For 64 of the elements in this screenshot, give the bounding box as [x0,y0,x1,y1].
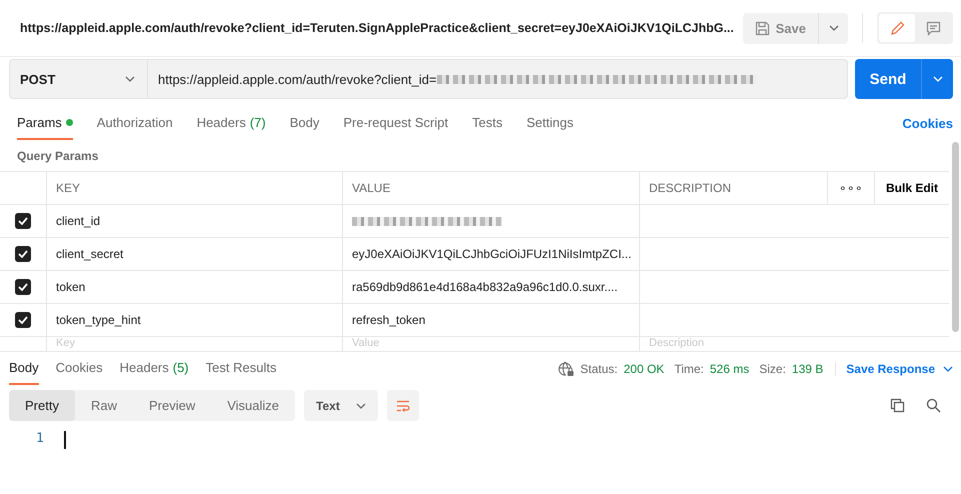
status-label: Status: [580,362,618,376]
column-header: VALUE [352,181,390,195]
bulk-edit-button[interactable]: Bulk Edit [874,172,949,204]
status-value: 200 OK [624,362,664,376]
check-icon [18,283,28,291]
param-value: refresh_token [352,313,426,327]
request-title: https://appleid.apple.com/auth/revoke?client_id=Teruten.SignApplePractice&client_secret=eyJ0eXAiOiJKV1QiLCJhbG... [20,21,735,35]
size-label: Size: [759,362,786,376]
scrollbar[interactable] [952,142,959,332]
pencil-icon [890,20,904,36]
view-tab[interactable]: Pretty [9,390,75,421]
response-tab[interactable]: Cookies [56,352,103,385]
mode-button[interactable] [879,14,915,42]
view-tab[interactable]: Visualize [211,390,296,421]
view-tab[interactable]: Preview [132,390,212,421]
time-label: Time: [674,362,704,376]
response-tab[interactable]: Headers (5) [120,352,189,385]
param-key: client_id [56,214,100,228]
tab-count: (7) [250,114,266,130]
search-icon [926,398,941,413]
request-tab[interactable]: Body [290,106,320,140]
wrap-lines-icon [396,400,410,412]
time-value: 526 ms [710,362,750,376]
comment-icon [926,20,940,36]
param-value: ra569db9d861e4d168a4b832a9a96c1d0.0.suxr.... [352,280,618,294]
column-header: KEY [56,181,80,195]
param-value: eyJ0eXAiOiJKV1QiLCJhbGciOiJFUzI1NiIsImtpZCI... [352,247,632,261]
more-button[interactable]: ∘∘∘ [826,172,874,204]
checkbox[interactable] [15,279,31,295]
section-title: Query Params [16,148,100,164]
checkbox[interactable] [15,246,31,262]
request-tab[interactable]: Headers (7) [196,106,266,140]
request-tab[interactable]: Tests [472,106,502,140]
param-key: token [56,280,86,294]
check-icon [18,250,28,258]
chevron-down-icon [356,402,366,408]
copy-icon [890,398,905,413]
response-tab[interactable]: Body [9,352,39,385]
response-tab[interactable]: Test Results [206,352,276,385]
format-select[interactable]: Text [304,390,378,421]
check-icon [18,316,28,324]
size-value: 139 B [792,362,824,376]
cookies-link[interactable]: Cookies [902,116,953,130]
checkbox[interactable] [15,213,31,229]
request-tab[interactable]: Pre-request Script [343,106,448,140]
view-tab[interactable]: Raw [74,390,133,421]
param-key: token_type_hint [56,313,141,327]
save-response-button[interactable]: Save Response [835,362,953,376]
request-tab[interactable]: Params [17,106,73,140]
globe-lock-icon [558,360,574,376]
chevron-down-icon [932,76,942,82]
line-number: 1 [36,431,44,446]
param-key: client_secret [56,247,124,261]
request-tab[interactable]: Settings [526,106,574,140]
chevron-down-icon [943,366,953,372]
wrap-lines-button[interactable] [386,390,419,421]
column-header: DESCRIPTION [649,181,732,195]
chevron-down-icon [828,25,838,31]
save-button[interactable]: Save [742,12,818,44]
check-icon [18,217,28,225]
send-button[interactable]: Send [855,59,921,99]
request-tab[interactable]: Authorization [96,106,173,140]
tab-count: (5) [172,360,189,375]
checkbox[interactable] [15,312,31,328]
